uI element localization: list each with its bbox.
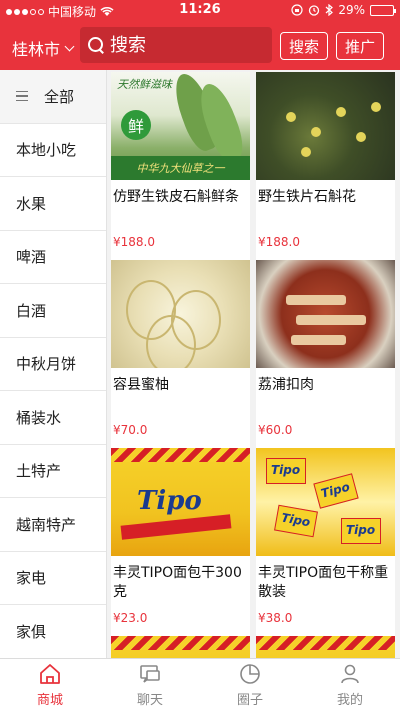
tab-label: 商城 bbox=[36, 693, 63, 708]
lock-rotation-icon bbox=[291, 4, 303, 16]
status-bar: 中国移动 11:26 29% bbox=[0, 0, 400, 20]
sidebar-item-all[interactable]: 全部 bbox=[0, 70, 106, 124]
sidebar-item-vietnam-specialties[interactable]: 越南特产 bbox=[0, 498, 106, 552]
menu-icon bbox=[16, 91, 28, 102]
product-image bbox=[256, 260, 395, 368]
product-title: 丰灵TIPO面包干称重散装 bbox=[258, 565, 389, 600]
tipo-logo: Tipo bbox=[137, 486, 202, 516]
chat-icon bbox=[140, 665, 160, 683]
chevron-down-icon bbox=[64, 41, 75, 51]
product-card[interactable]: 容县蜜柚 ¥70.0 bbox=[111, 260, 250, 451]
battery-percent: 29% bbox=[338, 3, 365, 17]
tab-mall[interactable]: 商城 bbox=[0, 659, 100, 711]
bottom-tab-bar: 商城 聊天 圈子 我的 bbox=[0, 658, 400, 711]
product-image: Tipo bbox=[111, 448, 250, 556]
battery-icon bbox=[370, 4, 396, 16]
tab-profile[interactable]: 我的 bbox=[300, 659, 400, 711]
city-label: 桂林市 bbox=[12, 40, 61, 59]
pie-chart-icon bbox=[240, 664, 260, 684]
product-image bbox=[256, 72, 395, 180]
tab-label: 聊天 bbox=[136, 693, 163, 708]
tab-label: 我的 bbox=[336, 693, 363, 708]
product-price: ¥188.0 bbox=[258, 235, 300, 249]
product-title: 野生铁片石斛花 bbox=[258, 189, 356, 205]
alarm-icon bbox=[309, 5, 320, 16]
product-price: ¥38.0 bbox=[258, 611, 293, 625]
sidebar-item-label: 全部 bbox=[44, 87, 75, 106]
tab-label: 圈子 bbox=[236, 693, 263, 708]
image-caption-bottom: 中华九大仙草之一 bbox=[111, 156, 250, 180]
sidebar-item-local-specialties[interactable]: 土特产 bbox=[0, 445, 106, 498]
promote-button[interactable]: 推广 bbox=[336, 32, 384, 60]
search-icon bbox=[88, 37, 104, 53]
tipo-logo: Tipo bbox=[280, 510, 312, 530]
tipo-logo: Tipo bbox=[319, 479, 352, 501]
product-card[interactable]: Tipo 丰灵TIPO面包干300克 ¥23.0 bbox=[111, 448, 250, 639]
user-icon bbox=[341, 664, 359, 684]
product-card[interactable]: 天然鲜滋味 鲜 中华九大仙草之一 仿野生铁皮石斛鲜条 ¥188.0 bbox=[111, 72, 250, 263]
app-header: 桂林市 搜索 推广 bbox=[0, 20, 400, 70]
product-image bbox=[111, 260, 250, 368]
product-price: ¥70.0 bbox=[113, 423, 148, 437]
tipo-logo: Tipo bbox=[346, 523, 376, 537]
product-card[interactable] bbox=[111, 636, 250, 658]
city-selector[interactable]: 桂林市 bbox=[12, 36, 75, 60]
product-image: 天然鲜滋味 鲜 中华九大仙草之一 bbox=[111, 72, 250, 180]
search-input[interactable] bbox=[110, 34, 260, 56]
fresh-badge: 鲜 bbox=[121, 110, 151, 140]
bluetooth-icon bbox=[325, 4, 334, 16]
sidebar-item-beer[interactable]: 啤酒 bbox=[0, 231, 106, 284]
sidebar-item-mooncakes[interactable]: 中秋月饼 bbox=[0, 338, 106, 391]
product-image bbox=[256, 636, 395, 658]
product-card[interactable]: 荔浦扣肉 ¥60.0 bbox=[256, 260, 395, 451]
product-title: 荔浦扣肉 bbox=[258, 377, 314, 393]
product-price: ¥60.0 bbox=[258, 423, 293, 437]
image-caption-top: 天然鲜滋味 bbox=[117, 78, 172, 91]
status-right: 29% bbox=[291, 3, 396, 17]
product-title: 仿野生铁皮石斛鲜条 bbox=[113, 189, 239, 205]
product-card[interactable] bbox=[256, 636, 395, 658]
product-price: ¥23.0 bbox=[113, 611, 148, 625]
tab-circle[interactable]: 圈子 bbox=[200, 659, 300, 711]
sidebar-item-liquor[interactable]: 白酒 bbox=[0, 284, 106, 338]
category-sidebar: 全部 本地小吃 水果 啤酒 白酒 中秋月饼 桶装水 土特产 越南特产 家电 家俱 bbox=[0, 70, 107, 658]
search-bar[interactable] bbox=[80, 27, 272, 63]
tab-chat[interactable]: 聊天 bbox=[100, 659, 200, 711]
app-root: 中国移动 11:26 29% 桂林市 搜索 搜索 推广 全部 本地小吃 水果 啤… bbox=[0, 0, 400, 711]
product-image: Tipo Tipo Tipo Tipo bbox=[256, 448, 395, 556]
sidebar-item-furniture[interactable]: 家俱 bbox=[0, 605, 106, 658]
product-grid: 天然鲜滋味 鲜 中华九大仙草之一 仿野生铁皮石斛鲜条 ¥188.0 野生铁片石斛… bbox=[111, 72, 400, 658]
product-card[interactable]: 野生铁片石斛花 ¥188.0 bbox=[256, 72, 395, 263]
sidebar-item-fruit[interactable]: 水果 bbox=[0, 177, 106, 231]
product-price: ¥188.0 bbox=[113, 235, 155, 249]
sidebar-item-bottled-water[interactable]: 桶装水 bbox=[0, 391, 106, 445]
product-title: 丰灵TIPO面包干300克 bbox=[113, 565, 242, 600]
sidebar-item-local-snacks[interactable]: 本地小吃 bbox=[0, 124, 106, 177]
home-icon bbox=[40, 664, 60, 684]
product-title: 容县蜜柚 bbox=[113, 377, 169, 393]
search-button[interactable]: 搜索 bbox=[280, 32, 328, 60]
product-card[interactable]: Tipo Tipo Tipo Tipo 丰灵TIPO面包干称重散装 ¥38.0 bbox=[256, 448, 395, 639]
product-image bbox=[111, 636, 250, 658]
sidebar-item-appliances[interactable]: 家电 bbox=[0, 552, 106, 605]
tipo-logo: Tipo bbox=[271, 463, 301, 477]
